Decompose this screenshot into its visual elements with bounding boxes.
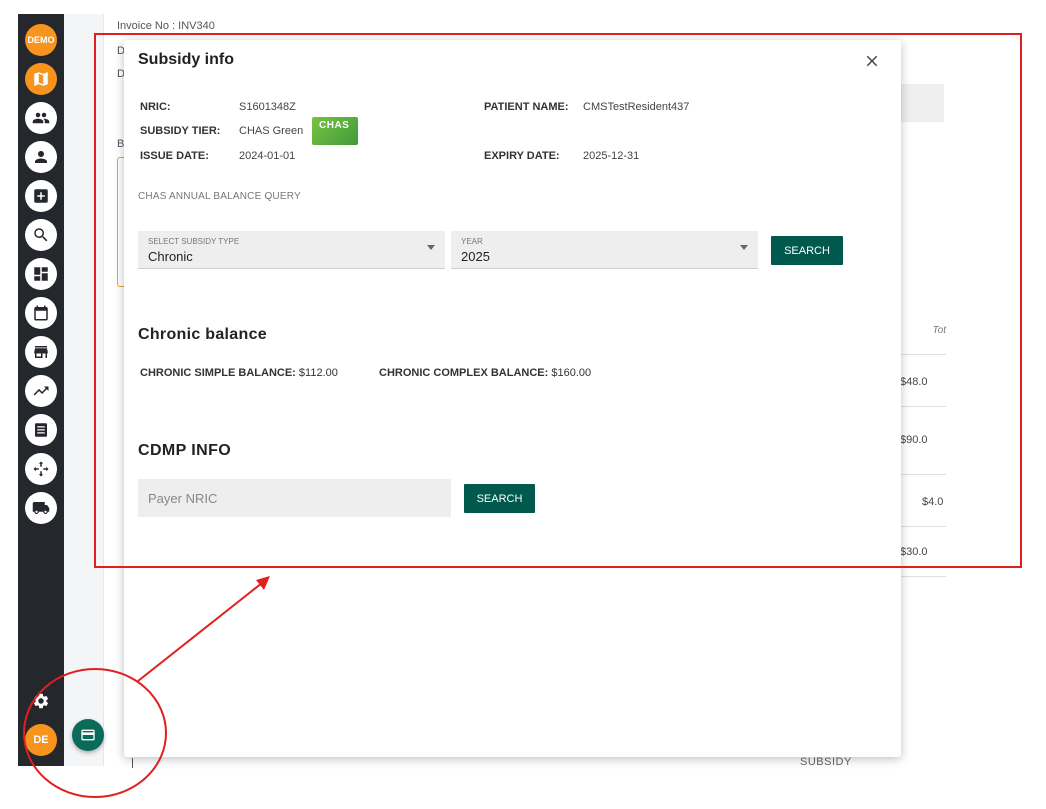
balance-query-caption: CHAS ANNUAL BALANCE QUERY	[138, 191, 301, 202]
subsidy-info-dialog: Subsidy info NRIC: S1601348Z PATIENT NAM…	[124, 40, 901, 757]
patient-name-label: PATIENT NAME:	[484, 101, 569, 113]
chronic-balance-heading: Chronic balance	[138, 326, 267, 343]
chevron-down-icon	[740, 245, 748, 250]
bg-border	[132, 758, 133, 768]
year-label: YEAR	[461, 237, 483, 246]
year-value: 2025	[461, 249, 490, 264]
map-icon[interactable]	[25, 63, 57, 95]
nric-label: NRIC:	[140, 101, 171, 113]
card-icon	[81, 729, 95, 741]
subsidy-card-fab[interactable]	[72, 719, 104, 751]
gear-icon[interactable]	[25, 685, 57, 717]
chronic-complex-value: $160.00	[551, 367, 592, 379]
secondary-panel	[64, 14, 104, 766]
chevron-down-icon	[427, 245, 435, 250]
invoice-number: Invoice No : INV340	[117, 20, 215, 32]
table-divider	[900, 526, 946, 527]
subsidy-tier-value: CHAS Green	[239, 125, 304, 137]
table-divider	[900, 474, 946, 475]
medical-add-icon[interactable]	[25, 180, 57, 212]
table-header-total: Tot	[932, 325, 946, 336]
chronic-simple-value: $112.00	[298, 367, 338, 379]
expiry-date-value: 2025-12-31	[583, 150, 640, 162]
issue-date-label: ISSUE DATE:	[140, 150, 209, 162]
chronic-complex-label: CHRONIC COMPLEX BALANCE:	[379, 367, 549, 379]
chas-card-badge: CHAS	[312, 117, 358, 145]
subsidy-type-value: Chronic	[148, 249, 193, 264]
cdmp-search-button[interactable]: SEARCH	[464, 484, 535, 513]
person-icon[interactable]	[25, 141, 57, 173]
truck-icon[interactable]	[25, 492, 57, 524]
table-amount: $30.0	[900, 546, 928, 558]
subsidy-type-label: SELECT SUBSIDY TYPE	[148, 237, 240, 246]
nric-value: S1601348Z	[239, 101, 296, 113]
table-amount: $90.0	[900, 434, 928, 446]
chronic-complex-balance: CHRONIC COMPLEX BALANCE: $160.00	[379, 367, 591, 379]
demo-badge[interactable]: DEMO	[25, 24, 57, 56]
balance-search-button[interactable]: SEARCH	[771, 236, 843, 265]
search-icon[interactable]	[25, 219, 57, 251]
trending-icon[interactable]	[25, 375, 57, 407]
table-divider	[900, 406, 946, 407]
store-icon[interactable]	[25, 336, 57, 368]
table-divider	[900, 576, 946, 577]
calendar-icon[interactable]	[25, 297, 57, 329]
subsidy-column-label: SUBSIDY	[800, 756, 852, 768]
chronic-simple-balance: CHRONIC SIMPLE BALANCE: $112.00	[140, 367, 338, 379]
user-avatar[interactable]: DE	[25, 724, 57, 756]
issue-date-value: 2024-01-01	[239, 150, 296, 162]
group-icon[interactable]	[25, 102, 57, 134]
expiry-date-label: EXPIRY DATE:	[484, 150, 560, 162]
list-icon[interactable]	[25, 414, 57, 446]
table-divider	[900, 354, 946, 355]
move-icon[interactable]	[25, 453, 57, 485]
table-amount: $48.0	[900, 376, 928, 388]
subsidy-type-select[interactable]: SELECT SUBSIDY TYPE Chronic	[138, 231, 445, 269]
app-sidebar: DEMO DE	[18, 14, 64, 766]
table-amount: $4.0	[922, 496, 944, 508]
dialog-title: Subsidy info	[138, 51, 234, 68]
year-select[interactable]: YEAR 2025	[451, 231, 758, 269]
subsidy-tier-label: SUBSIDY TIER:	[140, 125, 221, 137]
close-icon[interactable]	[861, 50, 883, 72]
payer-nric-input[interactable]	[138, 479, 451, 517]
dashboard-icon[interactable]	[25, 258, 57, 290]
cdmp-info-heading: CDMP INFO	[138, 442, 232, 459]
app-screen: Invoice No : INV340 D D B Tot $48.0 $90.…	[0, 0, 1046, 809]
chronic-simple-label: CHRONIC SIMPLE BALANCE:	[140, 367, 296, 379]
patient-name-value: CMSTestResident437	[583, 101, 690, 113]
